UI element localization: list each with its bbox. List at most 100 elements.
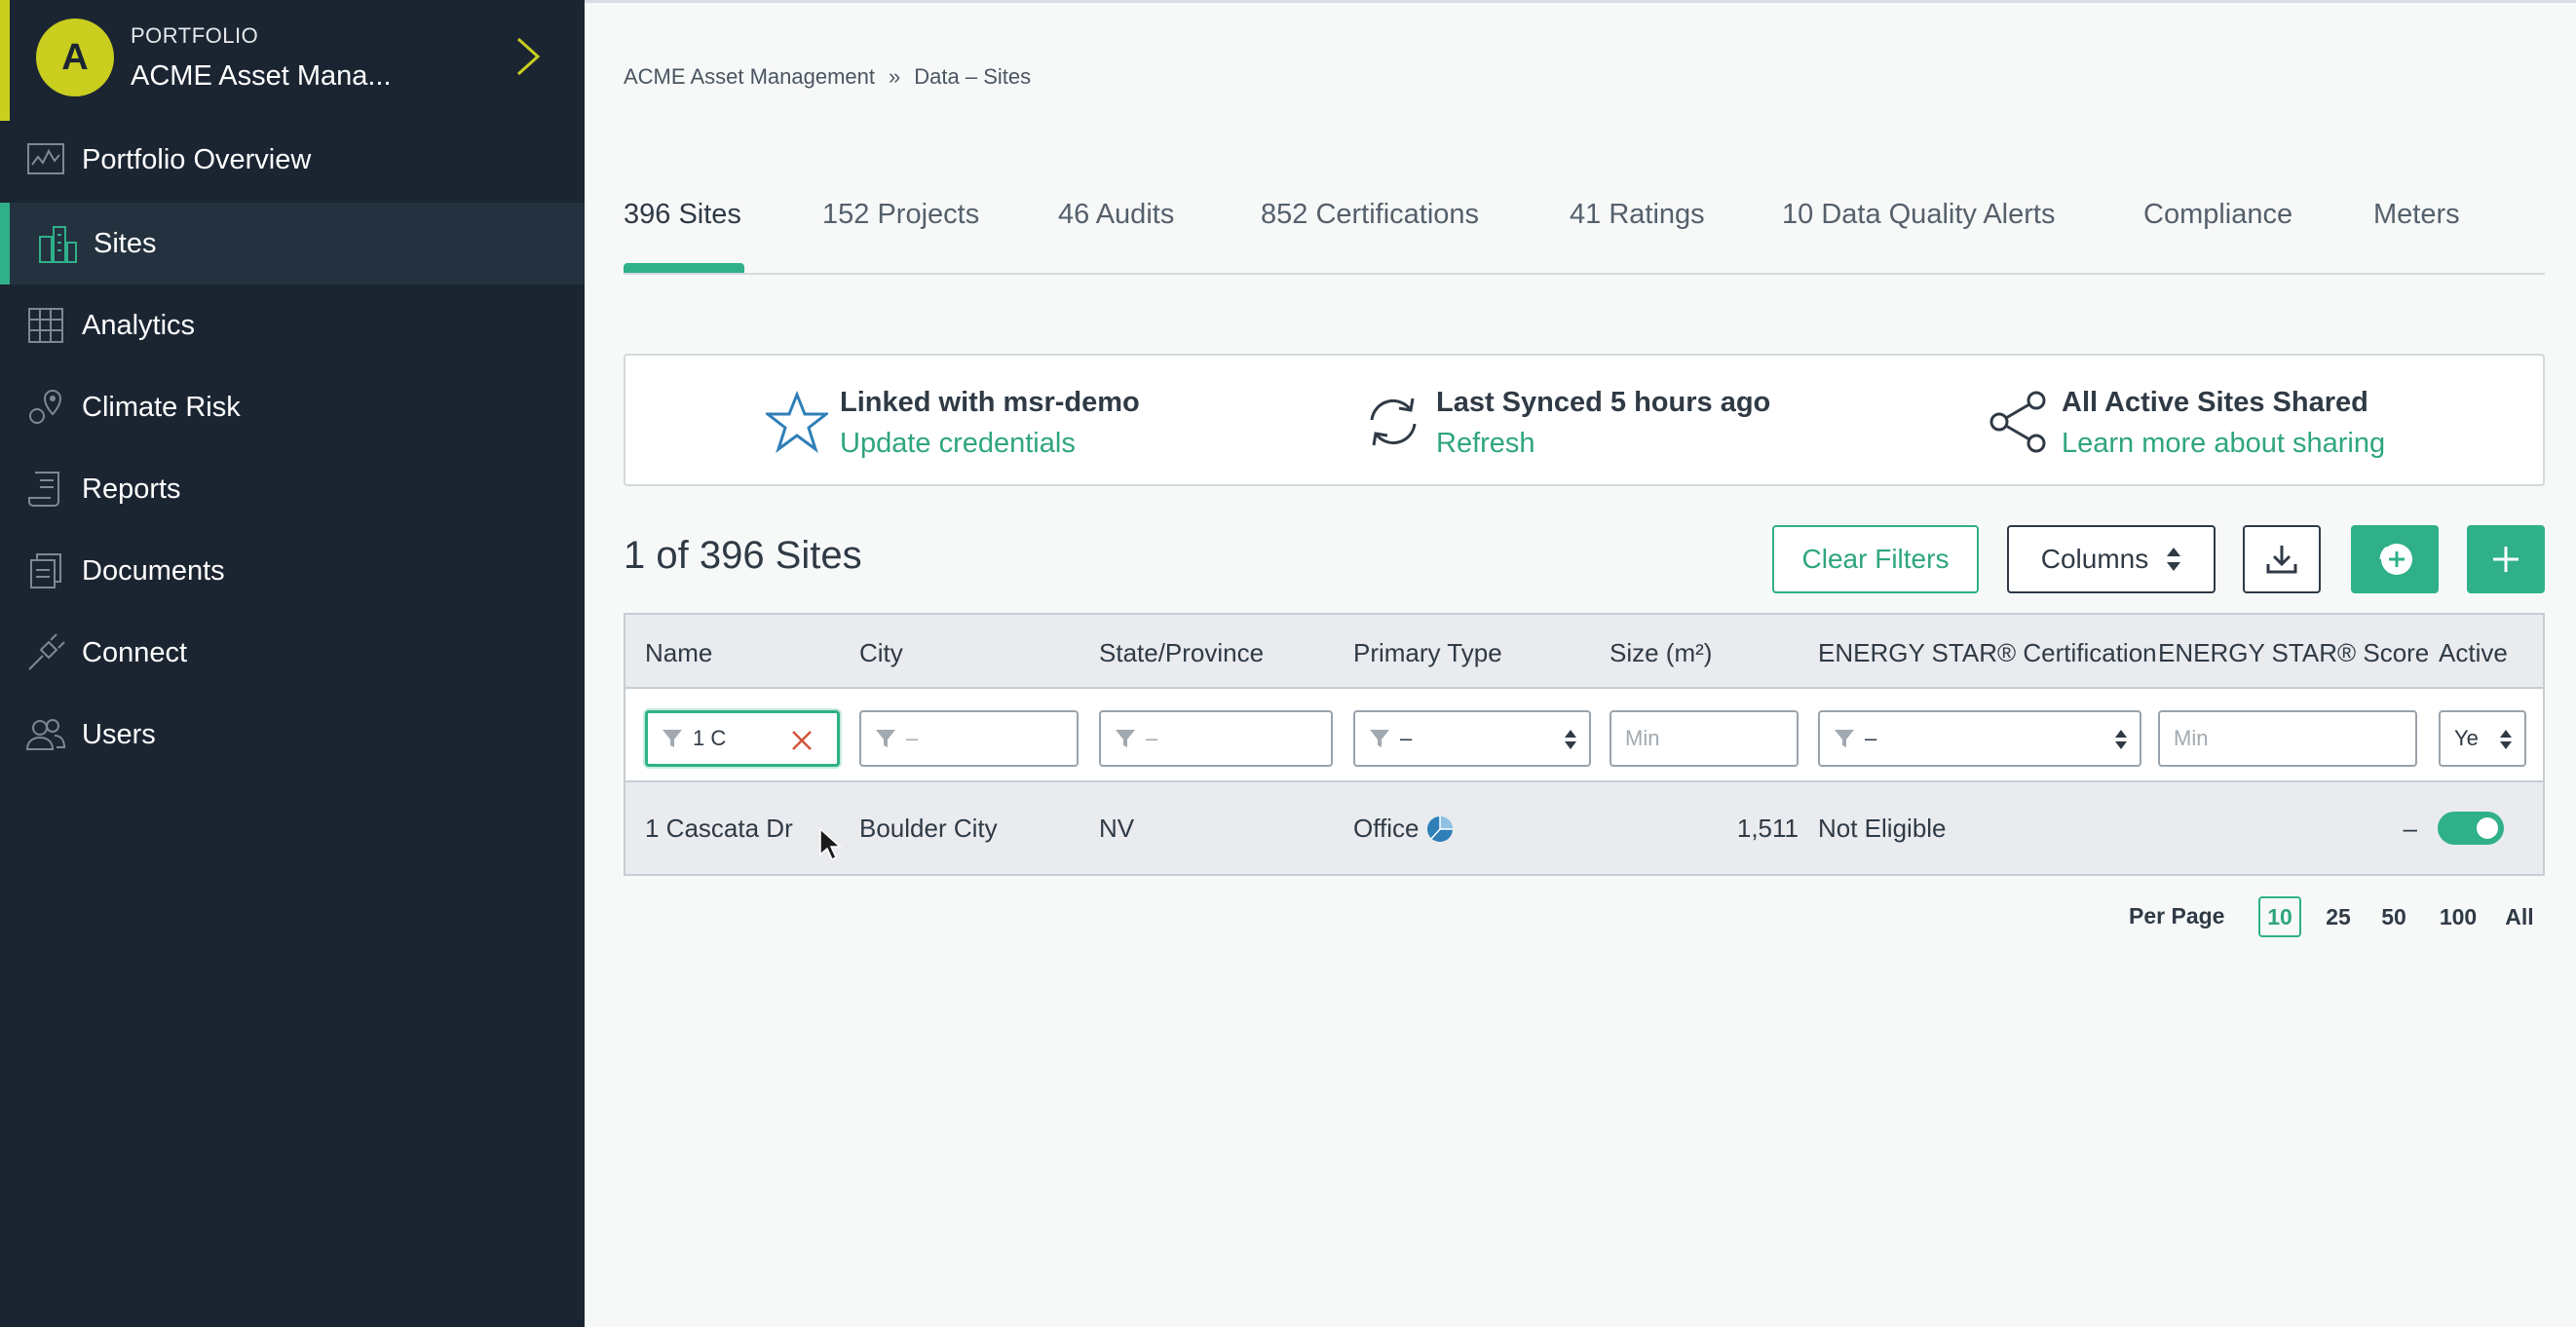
filter-row: 1 C – – – Min – Min Ye (625, 689, 2543, 782)
columns-label: Columns (2040, 544, 2149, 574)
scroll-icon (28, 472, 59, 507)
sidebar-item-connect[interactable]: Connect (0, 612, 585, 694)
portfolio-accent-bar (0, 0, 10, 121)
tab-certifications[interactable]: 852 Certifications (1261, 199, 1479, 231)
sidebar-item-analytics[interactable]: Analytics (0, 284, 585, 366)
sidebar-item-climate-risk[interactable]: Climate Risk (0, 366, 585, 448)
select-arrows-icon (2500, 730, 2512, 749)
update-credentials-link[interactable]: Update credentials (840, 428, 1076, 460)
buildings-icon (39, 226, 77, 263)
column-header-name[interactable]: Name (645, 638, 712, 668)
city-filter-input[interactable]: – (859, 710, 1079, 767)
select-arrows-icon (1565, 730, 1576, 749)
refresh-link[interactable]: Refresh (1436, 428, 1535, 460)
active-filter-value: Ye (2454, 726, 2479, 750)
select-arrows-icon (2115, 730, 2127, 749)
size-min-input[interactable]: Min (1610, 710, 1799, 767)
state-filter-input[interactable]: – (1099, 710, 1333, 767)
portfolio-label: PORTFOLIO (131, 23, 259, 48)
sidebar-item-users[interactable]: Users (0, 694, 585, 776)
primary-type-filter-select[interactable]: – (1353, 710, 1591, 767)
tab-projects[interactable]: 152 Projects (822, 199, 979, 231)
pie-chart-icon[interactable] (1426, 815, 1454, 843)
size-min-placeholder: Min (1625, 726, 1660, 750)
refresh-icon (1370, 398, 1417, 446)
columns-button[interactable]: Columns (2007, 525, 2216, 593)
linked-title: Linked with msr-demo (840, 387, 1140, 418)
primary-type-value: Office (1353, 814, 1420, 843)
add-sync-button[interactable] (2351, 525, 2439, 593)
per-page-option-10[interactable]: 10 (2258, 896, 2301, 937)
tab-data-quality-alerts[interactable]: 10 Data Quality Alerts (1782, 199, 2055, 231)
active-tab-indicator (624, 263, 744, 273)
filter-icon (1835, 730, 1854, 747)
portfolio-switcher[interactable]: A PORTFOLIO ACME Asset Mana... (0, 0, 585, 121)
sidebar-item-documents[interactable]: Documents (0, 530, 585, 612)
cell-score: – (2403, 814, 2417, 843)
tab-ratings[interactable]: 41 Ratings (1570, 199, 1705, 231)
sidebar: A PORTFOLIO ACME Asset Mana... Portfolio… (0, 0, 585, 1327)
learn-more-sharing-link[interactable]: Learn more about sharing (2062, 428, 2385, 460)
top-divider (585, 0, 2576, 3)
close-icon[interactable] (790, 729, 814, 752)
filter-icon (663, 730, 682, 747)
clear-filters-button[interactable]: Clear Filters (1772, 525, 1979, 593)
name-filter-input[interactable]: 1 C (645, 710, 840, 767)
score-min-placeholder: Min (2174, 726, 2209, 750)
chevron-right-icon[interactable] (511, 35, 546, 78)
tab-sites[interactable]: 396 Sites (624, 199, 741, 231)
documents-icon (30, 553, 61, 588)
cell-name[interactable]: 1 Cascata Dr (645, 814, 793, 844)
cell-primary-type: Office (1353, 814, 1454, 844)
download-icon (2266, 546, 2297, 574)
per-page-option-25[interactable]: 25 (2319, 896, 2358, 937)
integration-info-bar: Linked with msr-demo Update credentials … (624, 354, 2545, 486)
energy-star-certification-filter-select[interactable]: – (1818, 710, 2141, 767)
column-header-energy-star-score[interactable]: ENERGY STAR® Score (2158, 638, 2429, 668)
breadcrumb: ACME Asset Management » Data – Sites (624, 64, 1031, 90)
star-icon (766, 391, 828, 453)
per-page-option-100[interactable]: 100 (2432, 896, 2484, 937)
sidebar-item-label: Sites (94, 227, 157, 259)
sort-arrows-icon (2167, 548, 2181, 571)
sidebar-item-label: Users (82, 718, 156, 750)
name-filter-value: 1 C (693, 726, 727, 750)
table-header: Name City State/Province Primary Type Si… (625, 615, 2543, 689)
tab-meters[interactable]: Meters (2373, 199, 2460, 231)
primary-type-filter-value: – (1400, 726, 1413, 750)
column-header-city[interactable]: City (859, 638, 903, 668)
certification-filter-value: – (1865, 726, 1877, 750)
column-header-size[interactable]: Size (m²) (1610, 638, 1712, 668)
sidebar-item-label: Analytics (82, 309, 196, 341)
tab-audits[interactable]: 46 Audits (1058, 199, 1174, 231)
column-header-state[interactable]: State/Province (1099, 638, 1264, 668)
breadcrumb-current: Data – Sites (914, 64, 1032, 89)
plug-icon (28, 633, 65, 670)
add-site-button[interactable] (2467, 525, 2545, 593)
column-header-active[interactable]: Active (2439, 638, 2508, 668)
energy-star-score-min-input[interactable]: Min (2158, 710, 2417, 767)
mouse-cursor-icon (819, 827, 842, 861)
sharing-title: All Active Sites Shared (2062, 387, 2368, 418)
cloud-add-icon (2379, 544, 2412, 575)
sidebar-item-label: Connect (82, 636, 188, 668)
per-page-option-all[interactable]: All (2500, 896, 2539, 937)
column-header-primary-type[interactable]: Primary Type (1353, 638, 1502, 668)
bar-chart-icon (28, 308, 63, 343)
download-button[interactable] (2243, 525, 2321, 593)
tab-compliance[interactable]: Compliance (2143, 199, 2292, 231)
sidebar-item-portfolio-overview[interactable]: Portfolio Overview (0, 119, 585, 201)
breadcrumb-root-link[interactable]: ACME Asset Management (624, 64, 875, 90)
table-row[interactable]: 1 Cascata Dr Boulder City NV Office 1,51… (625, 782, 2543, 874)
per-page-option-50[interactable]: 50 (2374, 896, 2413, 937)
users-icon (25, 719, 66, 750)
active-toggle[interactable] (2438, 812, 2504, 845)
filter-icon (876, 730, 895, 747)
active-filter-select[interactable]: Ye (2439, 710, 2526, 767)
column-header-energy-star-certification[interactable]: ENERGY STAR® Certification (1818, 638, 2157, 668)
sidebar-item-reports[interactable]: Reports (0, 448, 585, 530)
map-pin-icon (29, 389, 62, 424)
sidebar-item-sites[interactable]: Sites (0, 203, 585, 284)
plus-icon (2493, 547, 2519, 572)
sidebar-item-label: Documents (82, 554, 225, 587)
